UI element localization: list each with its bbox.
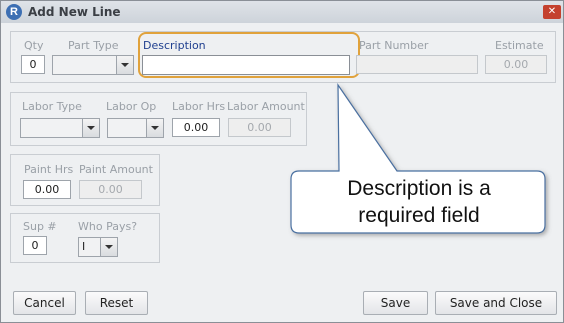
callout-line-1: Description is a <box>347 177 491 200</box>
callout-bubble <box>290 83 546 234</box>
callout-line-2: required field <box>358 204 480 227</box>
callout-text: Description is a required field <box>293 175 545 229</box>
add-new-line-dialog: R Add New Line ✕ Qty 0 Part Type Descrip… <box>0 0 564 323</box>
